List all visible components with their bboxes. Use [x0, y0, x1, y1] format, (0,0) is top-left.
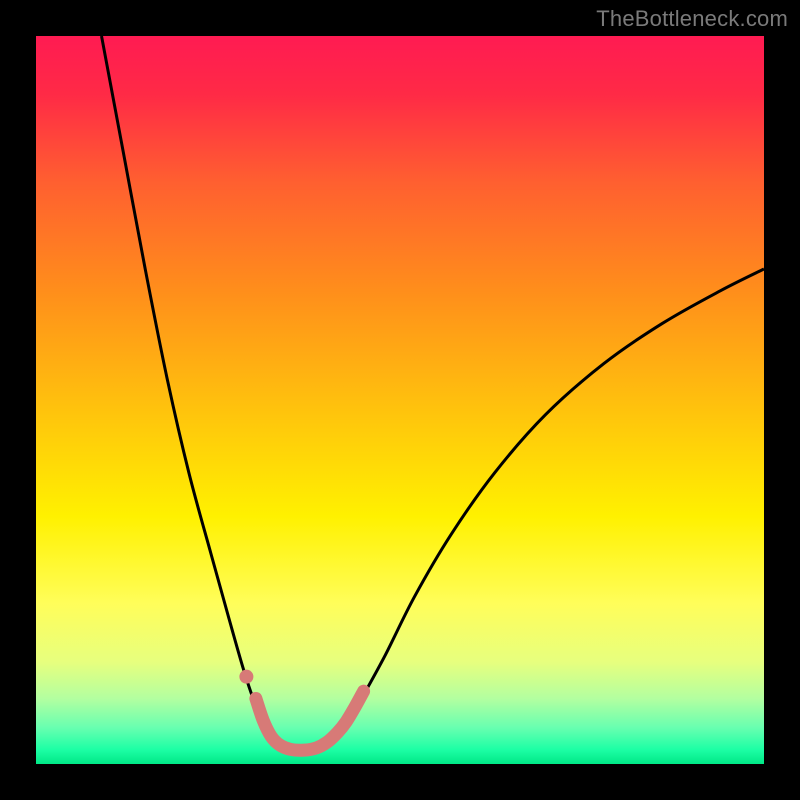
- marker-highlight-dot: [239, 670, 253, 684]
- chart-frame: TheBottleneck.com: [0, 0, 800, 800]
- plot-area: [36, 36, 764, 764]
- watermark-text: TheBottleneck.com: [596, 6, 788, 32]
- chart-svg: [36, 36, 764, 764]
- gradient-background: [36, 36, 764, 764]
